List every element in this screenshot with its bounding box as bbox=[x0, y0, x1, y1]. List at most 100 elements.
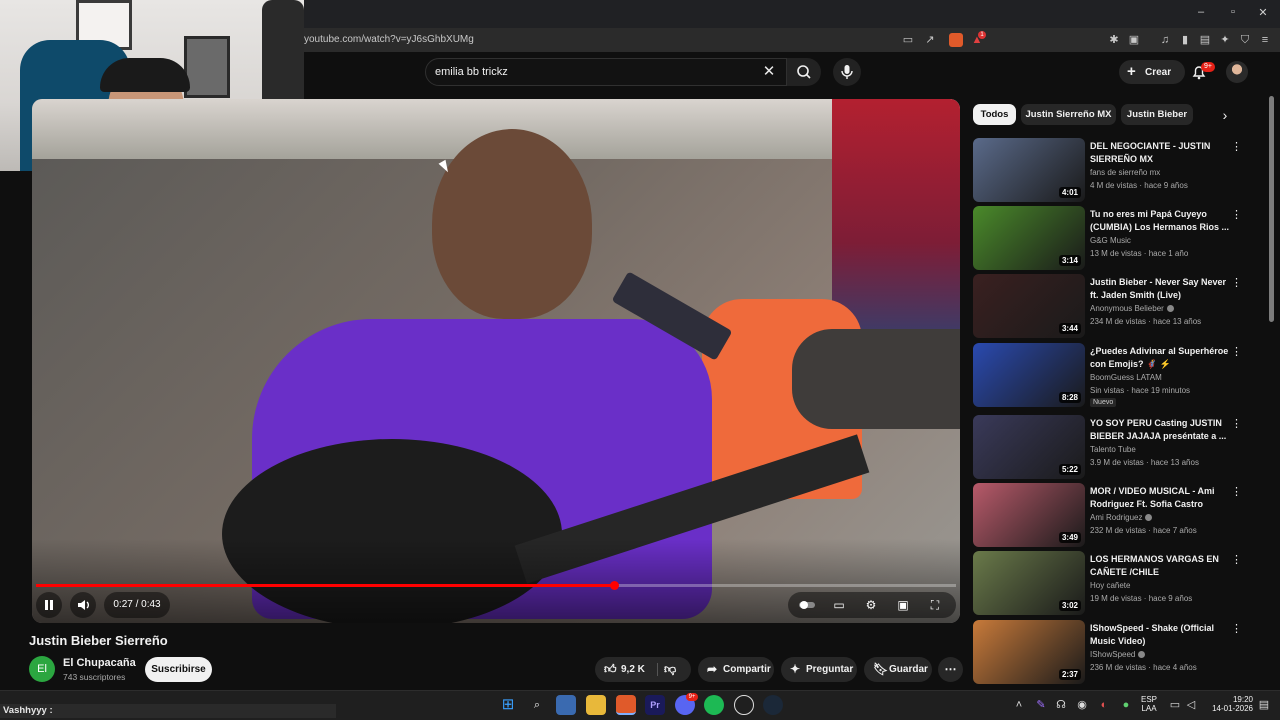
recommendation-title[interactable]: Tu no eres mi Papá Cuyeyo (CUMBIA) Los H… bbox=[1090, 208, 1230, 234]
search-button[interactable] bbox=[787, 58, 821, 86]
account-avatar[interactable] bbox=[1226, 61, 1248, 83]
scrollbar[interactable] bbox=[1269, 96, 1274, 322]
more-vertical-icon[interactable]: ⋮ bbox=[1231, 345, 1242, 358]
more-vertical-icon[interactable]: ⋮ bbox=[1231, 140, 1242, 153]
tray-steam-icon[interactable]: ◉ bbox=[1075, 695, 1089, 715]
ask-button[interactable]: ✦ Preguntar bbox=[781, 657, 857, 682]
media-icon[interactable]: ♫ bbox=[1158, 33, 1172, 47]
recommendation-channel[interactable]: IShowSpeed bbox=[1090, 650, 1146, 659]
taskbar-search-icon[interactable]: ⌕ bbox=[527, 695, 547, 715]
notification-center-icon[interactable]: ▤ bbox=[1257, 695, 1271, 715]
windows-start-icon[interactable]: ⊞ bbox=[498, 695, 518, 715]
like-count[interactable]: 9,2 K bbox=[621, 657, 645, 682]
wallet-icon[interactable]: ▤ bbox=[1198, 33, 1212, 47]
settings-gear-icon[interactable]: ⚙ bbox=[864, 598, 878, 612]
recommendation-thumbnail[interactable]: 8:28 bbox=[973, 343, 1085, 407]
recommendation-title[interactable]: MOR / VIDEO MUSICAL - Ami Rodriguez Ft. … bbox=[1090, 485, 1230, 511]
video-player[interactable]: 0:27 / 0:43 ▭ ⚙ ▣ ⛶ bbox=[32, 99, 960, 623]
tray-chevron-up-icon[interactable]: ˄ bbox=[1012, 695, 1026, 715]
minimize-icon[interactable]: – bbox=[1193, 6, 1209, 22]
keyboard-language[interactable]: ESP LAA bbox=[1141, 695, 1157, 713]
recommendation-item[interactable]: 3:14 Tu no eres mi Papá Cuyeyo (CUMBIA) L… bbox=[973, 206, 1263, 272]
fullscreen-icon[interactable]: ⛶ bbox=[928, 598, 942, 612]
recommendation-channel[interactable]: BoomGuess LATAM bbox=[1090, 373, 1162, 382]
recommendation-thumbnail[interactable]: 3:02 bbox=[973, 551, 1085, 615]
recommendation-title[interactable]: DEL NEGOCIANTE - JUSTIN SIERREÑO MX bbox=[1090, 140, 1230, 166]
steam-icon[interactable] bbox=[763, 695, 783, 715]
recommendation-item[interactable]: 3:49 MOR / VIDEO MUSICAL - Ami Rodriguez … bbox=[973, 483, 1263, 549]
channel-avatar[interactable]: El bbox=[29, 656, 55, 682]
more-vertical-icon[interactable]: ⋮ bbox=[1231, 622, 1242, 635]
spotify-icon[interactable] bbox=[704, 695, 724, 715]
tray-app-icon[interactable]: ◐ bbox=[1097, 695, 1111, 715]
recommendation-title[interactable]: LOS HERMANOS VARGAS EN CAÑETE /CHILE bbox=[1090, 553, 1230, 579]
recommendation-item[interactable]: 5:22 YO SOY PERU Casting JUSTIN BIEBER JA… bbox=[973, 415, 1263, 481]
clear-search-icon[interactable]: ✕ bbox=[760, 63, 778, 81]
pause-button[interactable] bbox=[36, 592, 62, 618]
subtitles-icon[interactable]: ▭ bbox=[832, 598, 846, 612]
create-button[interactable]: + Crear bbox=[1119, 60, 1185, 84]
recommendation-channel[interactable]: fans de sierreño mx bbox=[1090, 168, 1160, 177]
maximize-icon[interactable]: ▫ bbox=[1225, 6, 1241, 22]
autoplay-toggle-icon[interactable] bbox=[798, 598, 816, 612]
screenshot-icon[interactable]: ▣ bbox=[1127, 33, 1141, 47]
more-vertical-icon[interactable]: ⋮ bbox=[1231, 276, 1242, 289]
more-vertical-icon[interactable]: ⋮ bbox=[1231, 208, 1242, 221]
recommendation-title[interactable]: ¿Puedes Adivinar al Superhéroe con Emoji… bbox=[1090, 345, 1230, 371]
dislike-icon[interactable]: 👎︎ bbox=[664, 657, 676, 682]
search-input[interactable]: emilia bb trickz bbox=[425, 58, 787, 86]
premiere-pro-icon[interactable]: Pr bbox=[645, 695, 665, 715]
recommendation-item[interactable]: 3:02 LOS HERMANOS VARGAS EN CAÑETE /CHILE… bbox=[973, 551, 1263, 617]
share-page-icon[interactable]: ↗ bbox=[923, 33, 937, 47]
chip-justin-bieber[interactable]: Justin Bieber bbox=[1121, 104, 1193, 125]
recommendation-thumbnail[interactable]: 2:37 bbox=[973, 620, 1085, 684]
recommendation-thumbnail[interactable]: 4:01 bbox=[973, 138, 1085, 202]
share-button[interactable]: ➦ Compartir bbox=[698, 657, 774, 682]
menu-icon[interactable]: ≡ bbox=[1258, 33, 1272, 47]
chevron-right-icon[interactable]: › bbox=[1216, 106, 1234, 124]
volume-button[interactable] bbox=[70, 592, 96, 618]
subscribe-button[interactable]: Suscribirse bbox=[145, 657, 212, 682]
recommendation-channel[interactable]: Talento Tube bbox=[1090, 445, 1136, 454]
brave-shield-icon[interactable] bbox=[949, 33, 963, 47]
chip-justin-sierreno-mx[interactable]: Justin Sierreño MX bbox=[1021, 104, 1116, 125]
more-vertical-icon[interactable]: ⋮ bbox=[1231, 485, 1242, 498]
tray-pen-icon[interactable]: ✎ bbox=[1034, 695, 1048, 715]
miniplayer-icon[interactable]: ▣ bbox=[896, 598, 910, 612]
file-explorer-icon[interactable] bbox=[586, 695, 606, 715]
like-icon[interactable]: 👍︎ bbox=[604, 657, 617, 682]
recommendation-thumbnail[interactable]: 3:49 bbox=[973, 483, 1085, 547]
cast-icon[interactable]: ▭ bbox=[901, 33, 915, 47]
recommendation-channel[interactable]: Ami Rodriguez bbox=[1090, 513, 1153, 522]
recommendation-thumbnail[interactable]: 3:44 bbox=[973, 274, 1085, 338]
recommendation-item[interactable]: 3:44 Justin Bieber - Never Say Never ft. … bbox=[973, 274, 1263, 340]
close-icon[interactable]: ✕ bbox=[1255, 6, 1271, 22]
voice-search-button[interactable] bbox=[833, 58, 861, 86]
recommendation-channel[interactable]: Hoy cañete bbox=[1090, 581, 1130, 590]
extensions-icon[interactable]: ✱ bbox=[1107, 33, 1121, 47]
url-text[interactable]: youtube.com/watch?v=yJ6sGhbXUMg bbox=[304, 34, 474, 45]
tray-headset-icon[interactable]: ☊ bbox=[1054, 695, 1068, 715]
save-button[interactable]: 🔖︎ Guardar bbox=[864, 657, 932, 682]
leo-ai-icon[interactable]: ✦ bbox=[1218, 33, 1232, 47]
recommendation-item[interactable]: 8:28 ¿Puedes Adivinar al Superhéroe con E… bbox=[973, 343, 1263, 409]
recommendation-title[interactable]: IShowSpeed - Shake (Official Music Video… bbox=[1090, 622, 1230, 648]
recommendation-item[interactable]: 2:37 IShowSpeed - Shake (Official Music V… bbox=[973, 620, 1263, 686]
progress-scrubber[interactable] bbox=[609, 581, 619, 590]
tray-mic-icon[interactable]: ● bbox=[1119, 695, 1133, 715]
recommendation-channel[interactable]: G&G Music bbox=[1090, 236, 1131, 245]
vpn-icon[interactable]: ⛉ bbox=[1238, 33, 1252, 47]
network-icon[interactable]: ▭ bbox=[1168, 695, 1182, 715]
brave-browser-icon[interactable] bbox=[616, 695, 636, 715]
more-vertical-icon[interactable]: ⋮ bbox=[1231, 553, 1242, 566]
sidebar-icon[interactable]: ▮ bbox=[1178, 33, 1192, 47]
recommendation-title[interactable]: Justin Bieber - Never Say Never ft. Jade… bbox=[1090, 276, 1230, 302]
progress-bar[interactable] bbox=[36, 581, 956, 590]
recommendation-thumbnail[interactable]: 5:22 bbox=[973, 415, 1085, 479]
more-actions-button[interactable]: ⋯ bbox=[938, 657, 963, 682]
recommendation-thumbnail[interactable]: 3:14 bbox=[973, 206, 1085, 270]
speaker-icon[interactable]: ◁ bbox=[1184, 695, 1198, 715]
recommendation-title[interactable]: YO SOY PERU Casting JUSTIN BIEBER JAJAJA… bbox=[1090, 417, 1230, 443]
obs-icon[interactable] bbox=[734, 695, 754, 715]
clock[interactable]: 19:20 14-01-2026 bbox=[1207, 695, 1253, 713]
